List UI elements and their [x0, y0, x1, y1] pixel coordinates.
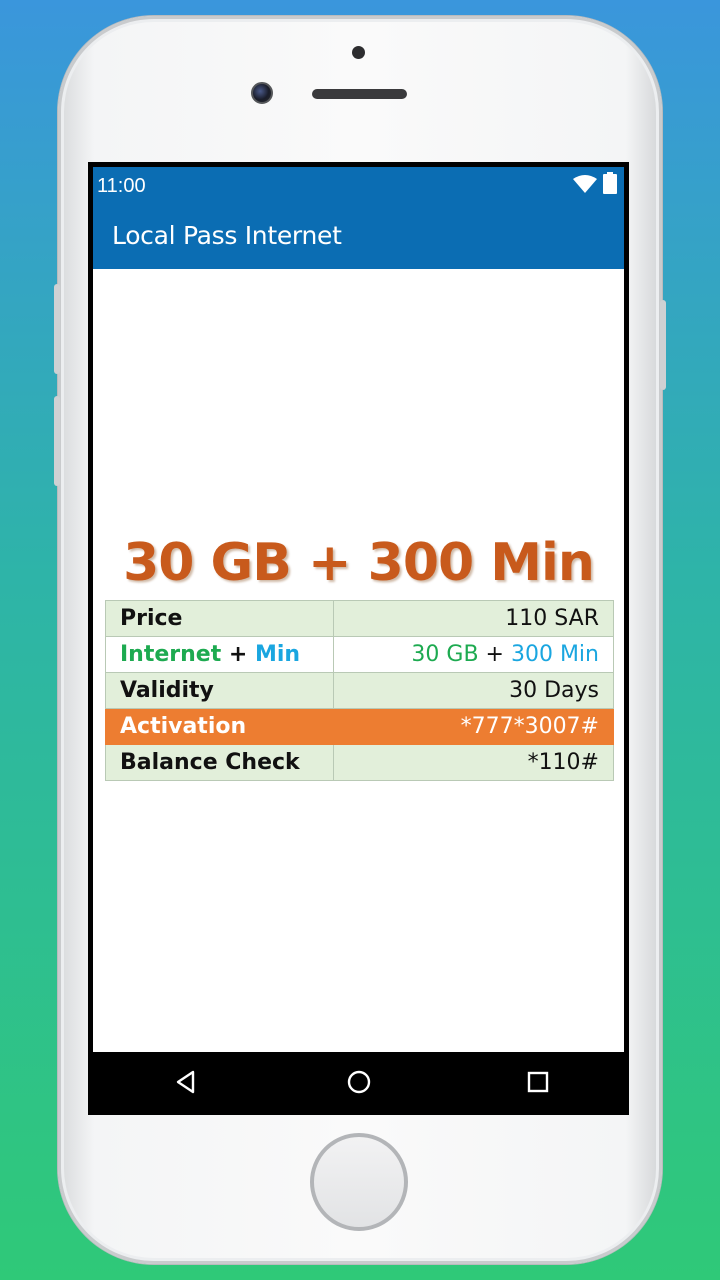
internet-min-value: 30 GB + 300 Min: [333, 636, 614, 673]
minutes-value: 300 Min: [510, 642, 599, 667]
table-row-price: Price 110 SAR: [105, 600, 614, 637]
internet-label: Internet: [120, 642, 222, 667]
content-area: 30 GB + 300 Min Price 110 SAR Internet +…: [93, 269, 624, 1052]
navigation-bar: [93, 1052, 624, 1110]
label-plus-sign: +: [221, 642, 255, 667]
earpiece-speaker: [312, 89, 407, 99]
status-bar: 11:00: [93, 167, 624, 203]
phone-side-button: [54, 396, 60, 486]
table-row-balance-check: Balance Check *110#: [105, 744, 614, 781]
min-label: Min: [255, 642, 301, 667]
sensor-dot: [352, 46, 365, 59]
internet-value: 30 GB: [411, 642, 479, 667]
table-row-validity: Validity 30 Days: [105, 672, 614, 709]
balance-check-code[interactable]: *110#: [333, 744, 614, 781]
back-icon[interactable]: [173, 1069, 199, 1095]
plan-details-table: Price 110 SAR Internet + Min 30 GB + 300…: [105, 600, 614, 781]
home-icon[interactable]: [346, 1069, 372, 1095]
internet-min-label: Internet + Min: [105, 636, 334, 673]
phone-side-button: [54, 284, 60, 374]
activation-label: Activation: [105, 708, 334, 745]
status-time: 11:00: [97, 175, 146, 197]
plan-headline: 30 GB + 300 Min: [123, 533, 595, 593]
app-display: 11:00 Local Pass Internet 30 GB + 300 Mi…: [93, 167, 624, 1110]
phone-side-button: [660, 300, 666, 390]
value-plus-sign: +: [478, 642, 511, 667]
activation-code[interactable]: *777*3007#: [333, 708, 614, 745]
validity-label: Validity: [105, 672, 334, 709]
battery-icon: [603, 172, 617, 194]
balance-check-label: Balance Check: [105, 744, 334, 781]
phone-home-button[interactable]: [310, 1133, 408, 1231]
price-label: Price: [105, 600, 334, 637]
phone-screen: 11:00 Local Pass Internet 30 GB + 300 Mi…: [88, 162, 629, 1115]
app-bar: Local Pass Internet: [93, 203, 624, 269]
validity-value: 30 Days: [333, 672, 614, 709]
price-value: 110 SAR: [333, 600, 614, 637]
table-row-activation: Activation *777*3007#: [105, 708, 614, 745]
front-camera-icon: [251, 82, 273, 104]
table-row-internet-min: Internet + Min 30 GB + 300 Min: [105, 636, 614, 673]
wifi-icon: [573, 175, 597, 193]
app-title: Local Pass Internet: [112, 221, 342, 250]
recents-icon[interactable]: [525, 1069, 551, 1095]
